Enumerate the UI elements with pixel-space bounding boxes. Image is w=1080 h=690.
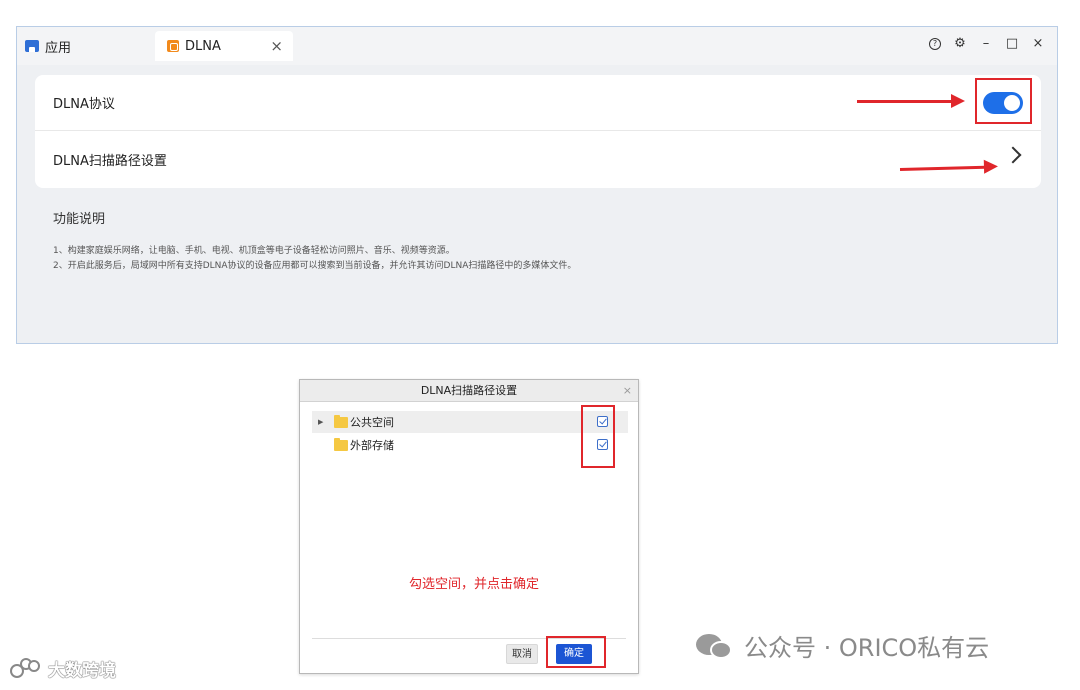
confirm-highlight-box: [546, 636, 606, 668]
dlna-app-window: 应用 DLNA × ? ⚙ – □ × DLNA协议 DLNA扫描路径设置 功能…: [16, 26, 1058, 344]
instruction-annotation: 勾选空间，并点击确定: [408, 577, 539, 592]
settings-panel: DLNA协议 DLNA扫描路径设置: [35, 75, 1041, 188]
wechat-icon: [696, 632, 734, 660]
tab-apps-label: 应用: [45, 40, 72, 56]
dlna-protocol-row: DLNA协议: [35, 75, 1041, 131]
description-line-1: 1、构建家庭娱乐网络，让电脑、手机、电视、机顶盒等电子设备轻松访问照片、音乐、视…: [53, 246, 455, 256]
maximize-icon[interactable]: □: [1005, 36, 1019, 51]
description-line-2: 2、开启此服务后，局域网中所有支持DLNA协议的设备应用都可以搜索到当前设备，并…: [53, 261, 577, 271]
cancel-button[interactable]: 取消: [506, 644, 538, 664]
brand-logo-icon: [10, 657, 44, 680]
checkbox-highlight-box: [581, 405, 615, 468]
close-icon[interactable]: ×: [1031, 36, 1045, 51]
toggle-highlight-box: [975, 78, 1032, 124]
chevron-right-icon[interactable]: [1004, 146, 1022, 164]
app-store-icon: [25, 40, 39, 52]
tab-dlna-label: DLNA: [185, 38, 221, 54]
folder-name: 外部存储: [350, 439, 394, 452]
title-bar: 应用 DLNA × ? ⚙ – □ ×: [17, 27, 1057, 65]
dialog-close-icon[interactable]: ×: [623, 380, 632, 402]
help-icon[interactable]: ?: [929, 37, 941, 50]
scan-path-row[interactable]: DLNA扫描路径设置: [35, 131, 1041, 187]
tab-dlna[interactable]: DLNA ×: [155, 31, 293, 61]
expand-arrow-icon[interactable]: ▶: [318, 418, 326, 426]
folder-name: 公共空间: [350, 416, 394, 429]
folder-icon: [334, 437, 348, 451]
dlna-protocol-label: DLNA协议: [53, 97, 115, 112]
wechat-account-text: 公众号 · ORICO私有云: [744, 634, 990, 662]
folder-icon: [334, 414, 348, 428]
dialog-title: DLNA扫描路径设置 ×: [300, 380, 638, 402]
tab-apps[interactable]: 应用: [25, 31, 71, 61]
description-title: 功能说明: [53, 212, 106, 227]
dlna-app-icon: [167, 40, 179, 52]
brand-text: 大数跨境: [48, 661, 116, 681]
tab-close-icon[interactable]: ×: [270, 37, 283, 55]
minimize-icon[interactable]: –: [979, 36, 993, 51]
dialog-title-text: DLNA扫描路径设置: [420, 384, 518, 397]
toggle-pointer-arrow: [857, 94, 965, 108]
scan-path-label: DLNA扫描路径设置: [53, 153, 167, 169]
window-controls: ? ⚙ – □ ×: [929, 36, 1045, 51]
brand-watermark: 大数跨境: [10, 656, 116, 681]
wechat-watermark: 公众号 · ORICO私有云: [696, 628, 989, 663]
gear-icon[interactable]: ⚙: [953, 36, 967, 51]
